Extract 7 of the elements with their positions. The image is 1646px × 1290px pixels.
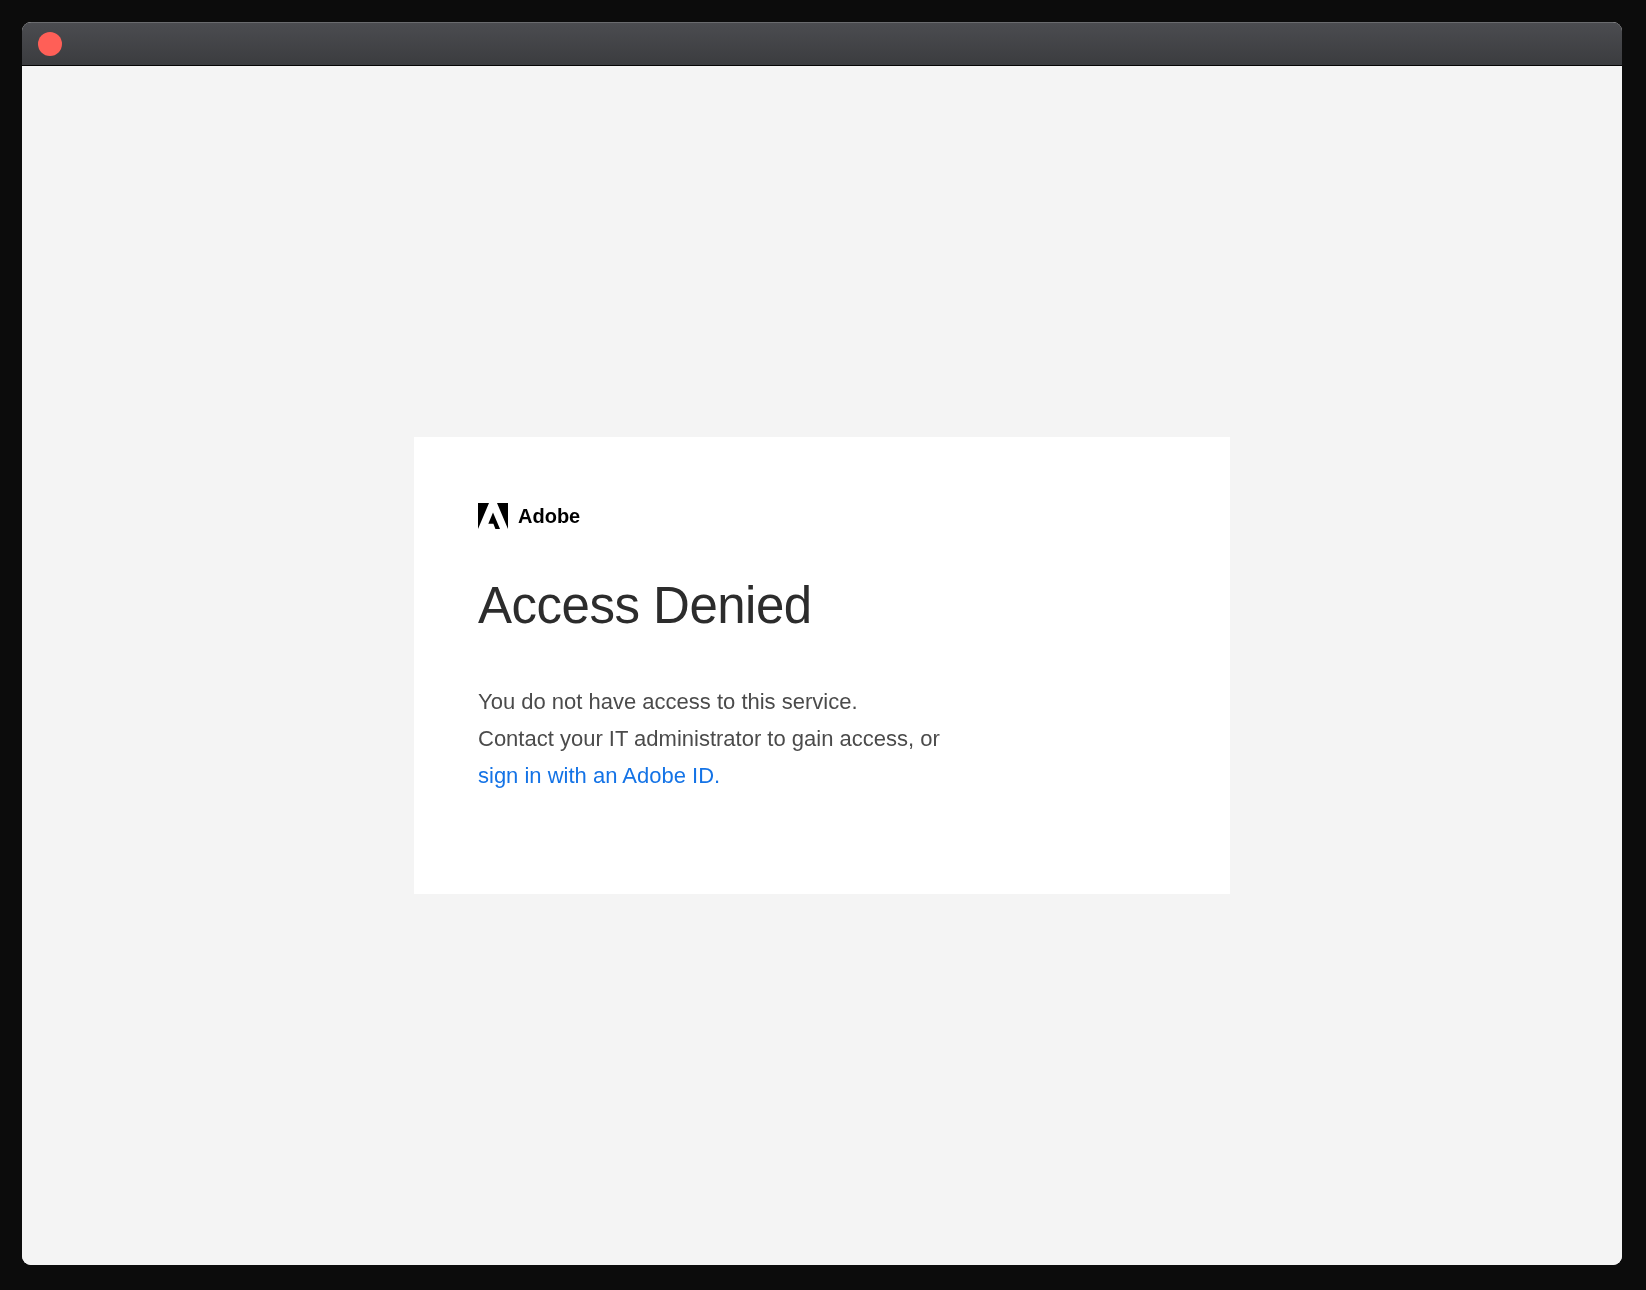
message-text: You do not have access to this service. bbox=[478, 688, 859, 716]
brand-name: Adobe bbox=[518, 504, 581, 529]
instruction-text: Contact your IT administrator to gain access, or sign in with an Adobe ID. bbox=[478, 725, 941, 790]
close-icon[interactable] bbox=[38, 32, 62, 56]
page-heading: Access Denied bbox=[478, 576, 813, 636]
sign-in-link[interactable]: sign in with an Adobe ID. bbox=[478, 763, 721, 788]
logo-icon bbox=[478, 503, 508, 529]
